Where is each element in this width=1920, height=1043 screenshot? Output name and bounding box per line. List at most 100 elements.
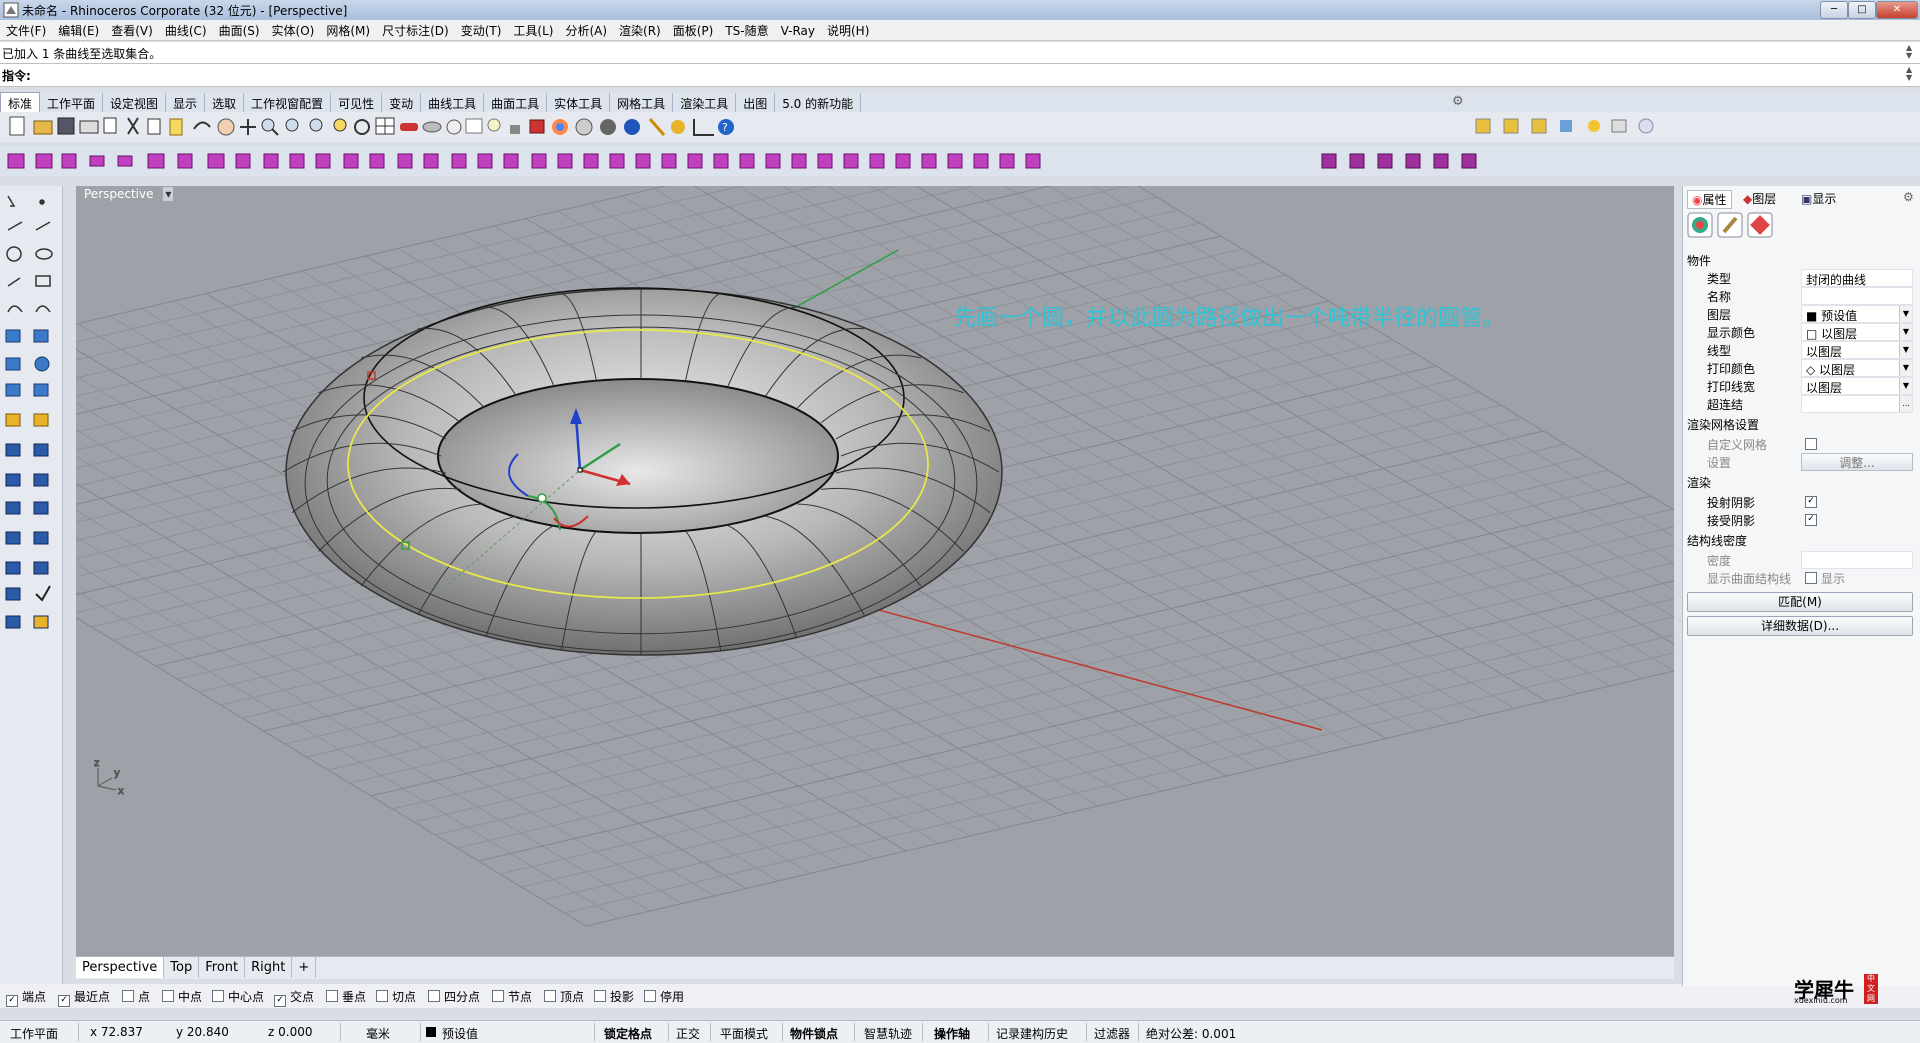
status-osnap[interactable]: 物件锁点	[790, 1025, 838, 1042]
tab-mesh-tools[interactable]: 网格工具	[610, 93, 674, 114]
density-input[interactable]	[1801, 551, 1913, 569]
prop-layer[interactable]: 图层 ■ 预设值 ▼	[1683, 304, 1915, 323]
tab-render-tools[interactable]: 渲染工具	[673, 93, 737, 114]
status-smarttrack[interactable]: 智慧轨迹	[864, 1025, 912, 1042]
prop-name[interactable]: 名称	[1683, 286, 1915, 305]
osnap-disable[interactable]: 停用	[644, 988, 684, 1005]
status-planar[interactable]: 平面模式	[720, 1025, 768, 1042]
osnap-project[interactable]: 投影	[594, 988, 634, 1005]
tab-select[interactable]: 选取	[205, 93, 245, 114]
menu-ts[interactable]: TS-随意	[719, 20, 774, 41]
menu-dimension[interactable]: 尺寸标注(D)	[376, 20, 455, 41]
panel-page-icons[interactable]	[1687, 212, 1777, 238]
prop-hyperlink[interactable]: 超连结...	[1683, 394, 1915, 413]
prop-linetype[interactable]: 线型 以图层 ▼	[1683, 340, 1915, 359]
tab-properties[interactable]: ◉属性	[1687, 190, 1732, 209]
extra-toolbar-icons[interactable]	[1472, 116, 1672, 138]
add-viewport-tab[interactable]: +	[292, 957, 317, 978]
custom-mesh-checkbox[interactable]	[1805, 438, 1817, 450]
status-grid-snap[interactable]: 锁定格点	[604, 1025, 652, 1042]
menu-tools[interactable]: 工具(L)	[507, 20, 559, 41]
perspective-viewport[interactable]: z y x 先画一个圆，并以此圆为路径做出一个吨带半径的圆管。	[76, 186, 1674, 956]
status-gumball[interactable]: 操作轴	[934, 1025, 970, 1042]
tab-front[interactable]: Front	[199, 957, 246, 978]
tab-top[interactable]: Top	[164, 957, 200, 978]
osnap-center-checkbox[interactable]	[212, 990, 224, 1002]
menu-analyze[interactable]: 分析(A)	[559, 20, 613, 41]
minimize-button[interactable]: ─	[1820, 1, 1848, 19]
maximize-button[interactable]: □	[1848, 1, 1876, 19]
osnap-end[interactable]: ✓ 端点	[6, 988, 46, 1007]
tab-visibility[interactable]: 可见性	[331, 93, 383, 114]
left-toolbar-icons[interactable]	[0, 186, 62, 706]
osnap-near-checkbox[interactable]: ✓	[58, 995, 70, 1007]
osnap-point-checkbox[interactable]	[122, 990, 134, 1002]
osnap-perp[interactable]: 垂点	[326, 988, 366, 1005]
show-isocurves-checkbox[interactable]	[1805, 572, 1817, 584]
viewport-scene[interactable]: z y x	[76, 186, 1674, 956]
receive-shadows-checkbox[interactable]: ✓	[1805, 514, 1817, 526]
tab-cplanes[interactable]: 工作平面	[40, 93, 104, 114]
command-prompt[interactable]: 指令: ▲ ▼	[0, 64, 1920, 87]
tab-solid-tools[interactable]: 实体工具	[547, 93, 611, 114]
osnap-tan-checkbox[interactable]	[376, 990, 388, 1002]
status-cplane[interactable]: 工作平面	[10, 1025, 58, 1042]
menu-transform[interactable]: 变动(T)	[455, 20, 508, 41]
menu-surface[interactable]: 曲面(S)	[213, 20, 266, 41]
osnap-project-checkbox[interactable]	[594, 990, 606, 1002]
menu-edit[interactable]: 编辑(E)	[52, 20, 105, 41]
tab-surface-tools[interactable]: 曲面工具	[484, 93, 548, 114]
osnap-point[interactable]: 点	[122, 988, 150, 1005]
menu-view[interactable]: 查看(V)	[105, 20, 159, 41]
osnap-quad[interactable]: 四分点	[428, 988, 480, 1005]
tab-new-in-v5[interactable]: 5.0 的新功能	[775, 93, 862, 114]
osnap-knot-checkbox[interactable]	[492, 990, 504, 1002]
osnap-disable-checkbox[interactable]	[644, 990, 656, 1002]
osnap-knot[interactable]: 节点	[492, 988, 532, 1005]
osnap-perp-checkbox[interactable]	[326, 990, 338, 1002]
tab-set-view[interactable]: 设定视图	[103, 93, 167, 114]
tab-display-panel[interactable]: ▣显示	[1801, 190, 1836, 207]
osnap-mid[interactable]: 中点	[162, 988, 202, 1005]
close-button[interactable]: ✕	[1876, 1, 1918, 19]
secondary-toolbar-icons[interactable]	[4, 150, 1084, 172]
prop-print-width[interactable]: 打印线宽 以图层 ▼	[1683, 376, 1915, 395]
menu-mesh[interactable]: 网格(M)	[320, 20, 376, 41]
osnap-quad-checkbox[interactable]	[428, 990, 440, 1002]
menu-solid[interactable]: 实体(O)	[266, 20, 321, 41]
status-ortho[interactable]: 正交	[676, 1025, 700, 1042]
menu-vray[interactable]: V-Ray	[775, 22, 821, 40]
tab-display[interactable]: 显示	[166, 93, 206, 114]
menu-render[interactable]: 渲染(R)	[613, 20, 667, 41]
osnap-int[interactable]: ✓ 交点	[274, 988, 314, 1007]
osnap-center[interactable]: 中心点	[212, 988, 264, 1005]
menu-file[interactable]: 文件(F)	[0, 20, 52, 41]
osnap-tan[interactable]: 切点	[376, 988, 416, 1005]
mesh-adjust-button[interactable]: 调整...	[1801, 453, 1913, 471]
prompt-scrollbar[interactable]: ▲ ▼	[1906, 66, 1916, 82]
tab-transform[interactable]: 变动	[382, 93, 422, 114]
panel-gear-icon[interactable]: ⚙	[1903, 190, 1914, 204]
match-button[interactable]: 匹配(M)	[1687, 592, 1913, 612]
gear-icon[interactable]: ⚙	[1452, 94, 1464, 109]
status-filter[interactable]: 过滤器	[1094, 1025, 1130, 1042]
menu-panels[interactable]: 面板(P)	[667, 20, 720, 41]
tab-drafting[interactable]: 出图	[736, 93, 776, 114]
tab-viewport-layout[interactable]: 工作视窗配置	[244, 93, 332, 114]
tab-layers[interactable]: ◆图层	[1743, 190, 1776, 207]
array-toolbar-icons[interactable]	[1318, 150, 1498, 172]
menu-help[interactable]: 说明(H)	[821, 20, 875, 41]
history-scrollbar[interactable]: ▲ ▼	[1906, 44, 1916, 60]
details-button[interactable]: 详细数据(D)...	[1687, 616, 1913, 636]
osnap-int-checkbox[interactable]: ✓	[274, 995, 286, 1007]
status-layer[interactable]: 预设值	[442, 1025, 478, 1042]
prop-display-color[interactable]: 显示颜色 □ 以图层 ▼	[1683, 322, 1915, 341]
menu-curve[interactable]: 曲线(C)	[159, 20, 213, 41]
status-history[interactable]: 记录建构历史	[996, 1025, 1068, 1042]
osnap-vertex-checkbox[interactable]	[544, 990, 556, 1002]
standard-toolbar-icons[interactable]: ?	[4, 115, 904, 139]
viewport-menu-dropdown[interactable]: ▾	[163, 187, 174, 201]
osnap-vertex[interactable]: 顶点	[544, 988, 584, 1005]
tab-perspective[interactable]: Perspective	[76, 957, 165, 978]
tab-right[interactable]: Right	[245, 957, 293, 978]
